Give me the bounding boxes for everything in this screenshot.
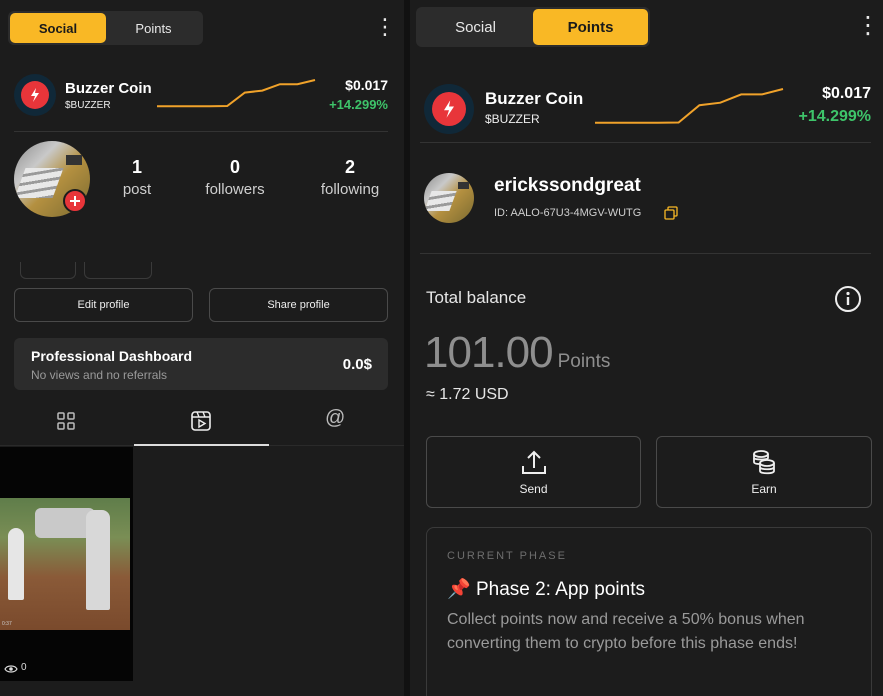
balance-usd: ≈ 1.72 USD [426,386,509,403]
reels-icon[interactable] [190,410,212,432]
sparkline-path [157,79,316,108]
view-toggle: Social Points [416,7,650,47]
price-sparkline [595,88,784,124]
post-duration: 0:37 [2,621,12,627]
coin-name: Buzzer Coin [65,80,152,97]
professional-dashboard-card[interactable]: Professional Dashboard No views and no r… [14,338,388,390]
divider [420,142,871,143]
info-icon[interactable] [834,285,862,313]
post-image [0,498,130,630]
user-id: ID: AALO-67U3-4MGV-WUTG [494,207,642,219]
buzzer-coin-logo [424,84,474,134]
share-profile-button[interactable]: Share profile [209,288,388,322]
tab-social[interactable]: Social [418,9,533,45]
current-phase-card: CURRENT PHASE 📌 Phase 2: App points Coll… [426,527,872,696]
copy-icon[interactable] [664,206,678,220]
coin-name: Buzzer Coin [485,89,584,108]
views-count: 0 [21,662,27,673]
following-label[interactable]: following [310,181,390,198]
dashboard-subtitle: No views and no referrals [31,368,168,382]
divider [420,253,871,254]
dashboard-amount: 0.0$ [342,356,372,373]
followers-count[interactable]: 0 [195,157,275,178]
grid-icon[interactable] [56,411,76,431]
edit-profile-button[interactable]: Edit profile [14,288,193,322]
total-balance-label: Total balance [426,288,527,307]
coin-ticker: $BUZZER [65,100,111,111]
user-avatar[interactable] [424,173,474,223]
coin-price: $0.017 [822,85,871,102]
highlight-chip[interactable] [84,262,152,279]
post-thumbnail[interactable]: 0:37 0 [0,447,133,681]
earn-button[interactable]: Earn [656,436,872,508]
coin-change: +14.299% [798,108,871,125]
coin-ticker: $BUZZER [485,112,540,126]
social-screen: Social Points ⋮ Buzzer Coin $BUZZER $0.0… [0,0,404,696]
earn-label: Earn [751,482,777,496]
pin-icon: 📌 [447,579,471,600]
balance-amount: 101.00 Points [424,328,610,378]
send-button[interactable]: Send [426,436,641,508]
dashboard-title: Professional Dashboard [31,348,193,364]
tab-social[interactable]: Social [10,13,106,43]
balance-value: 101.00 [424,328,554,377]
view-toggle: Social Points [8,11,203,45]
tab-points[interactable]: Points [533,9,648,45]
coin-price: $0.017 [345,77,388,93]
at-mentions-icon[interactable]: @ [325,407,345,430]
price-sparkline [157,79,316,108]
balance-unit: Points [557,351,611,372]
phase-title-row: 📌 Phase 2: App points [447,577,645,601]
posts-count: 1 [131,157,142,177]
buzzer-coin-logo [14,74,56,116]
divider [14,131,388,132]
coin-change: +14.299% [329,97,388,112]
highlight-chip[interactable] [20,262,76,279]
views-eye-icon [4,665,18,673]
more-menu-icon[interactable]: ⋮ [856,14,880,38]
send-label: Send [519,482,548,496]
sparkline-path [595,88,784,124]
add-story-icon[interactable] [63,189,87,213]
followers-label[interactable]: followers [195,181,275,198]
active-tab-indicator [134,444,269,446]
posts-label: post [122,181,152,198]
phase-description: Collect points now and receive a 50% bon… [447,611,805,652]
tab-points[interactable]: Points [106,13,201,43]
more-menu-icon[interactable]: ⋮ [374,16,396,38]
following-count[interactable]: 2 [310,157,390,178]
upload-icon [521,450,546,474]
points-screen: Social Points ⋮ Buzzer Coin $BUZZER $0.0… [404,0,883,696]
phase-kicker: CURRENT PHASE [447,550,567,562]
phase-title: Phase 2: App points [475,579,645,600]
coins-stack-icon [753,450,775,475]
username: erickssondgreat [494,175,641,196]
